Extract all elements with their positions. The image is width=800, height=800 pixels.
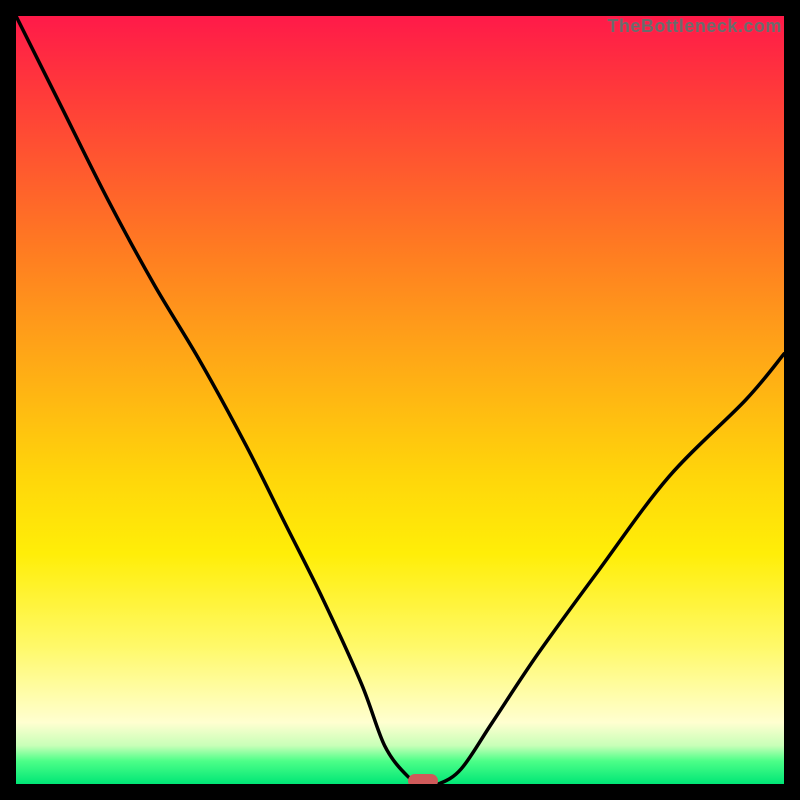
curve-svg — [16, 16, 784, 784]
attribution-label: TheBottleneck.com — [607, 16, 782, 37]
bottleneck-curve — [16, 16, 784, 784]
plot-area: TheBottleneck.com — [16, 16, 784, 784]
optimal-marker — [408, 774, 438, 784]
chart-frame: TheBottleneck.com — [0, 0, 800, 800]
